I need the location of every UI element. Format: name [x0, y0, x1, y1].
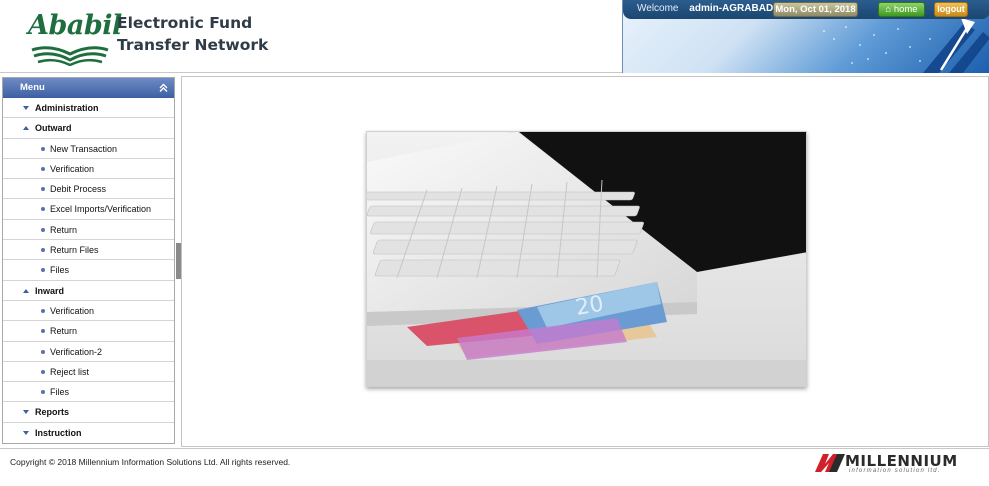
bullet-dot-icon [41, 268, 45, 273]
sidebar-item-inward-return[interactable]: Return [3, 321, 174, 342]
menu-header[interactable]: Menu [3, 78, 174, 98]
sidebar-item-label: Files [50, 387, 70, 398]
open-book-icon [31, 46, 109, 66]
sidebar-item-reject-list[interactable]: Reject list [3, 362, 174, 383]
app-title: Electronic Fund Transfer Network [117, 12, 268, 56]
sidebar-item-label: Excel Imports/Verification [50, 204, 152, 215]
sidebar-item-label: Inward [35, 285, 65, 296]
sidebar-item-outward-verification[interactable]: Verification [3, 159, 174, 180]
sidebar-menu: Menu Administration Outward New Transact… [2, 77, 175, 444]
sidebar-item-label: Return Files [50, 245, 99, 256]
main-content: 20 [181, 76, 989, 447]
sidebar-item-excel-imports[interactable]: Excel Imports/Verification [3, 199, 174, 220]
home-button-label: home [893, 4, 918, 15]
sidebar-item-administration[interactable]: Administration [3, 98, 174, 119]
millennium-logo: MILLENNIUM information solution ltd. [815, 452, 975, 477]
triangle-down-icon [23, 430, 29, 435]
bullet-dot-icon [41, 329, 45, 334]
home-button[interactable]: ⌂ home [878, 2, 925, 17]
bullet-dot-icon [41, 227, 45, 232]
svg-text:20: 20 [574, 291, 606, 320]
millennium-logo-tagline: information solution ltd. [849, 468, 941, 474]
sidebar-item-outward[interactable]: Outward [3, 118, 174, 139]
bullet-dot-icon [41, 146, 45, 151]
sidebar-item-label: Verification-2 [50, 346, 103, 357]
millennium-m-mark-icon [815, 454, 845, 472]
sidebar-item-label: Administration [35, 103, 99, 113]
laptop-banknotes-illustration: 20 [367, 132, 806, 386]
sidebar-item-outward-return[interactable]: Return [3, 220, 174, 241]
sidebar-item-label: Files [50, 265, 70, 276]
sidebar-item-reports[interactable]: Reports [3, 402, 174, 423]
sidebar-item-debit-process[interactable]: Debit Process [3, 179, 174, 200]
house-icon: ⌂ [885, 4, 892, 15]
sidebar-item-label: Outward [35, 123, 72, 134]
page-header: Ababil Electronic Fund Transfer Network [0, 0, 989, 73]
ababil-logo: Ababil [14, 6, 122, 66]
bullet-dot-icon [41, 308, 45, 313]
logout-button[interactable]: logout [934, 2, 968, 17]
bullet-dot-icon [41, 369, 45, 374]
triangle-up-icon [23, 288, 29, 293]
user-bar: Welcome admin-AGRABAD Mon, Oct 01, 2018 … [623, 0, 989, 19]
logo-wordmark: Ababil [28, 10, 122, 41]
sidebar-item-label: Reports [35, 407, 70, 418]
page-footer: Copyright © 2018 Millennium Information … [0, 448, 989, 486]
double-chevron-up-icon[interactable] [158, 82, 169, 93]
triangle-down-icon [23, 106, 29, 110]
triangle-up-icon [23, 126, 29, 131]
hero-image-laptop-money: 20 [366, 131, 807, 387]
sidebar-item-label: Debit Process [50, 184, 107, 195]
sidebar-item-label: Reject list [50, 366, 90, 377]
sidebar-item-outward-files[interactable]: Files [3, 260, 174, 281]
sidebar-item-verification-2[interactable]: Verification-2 [3, 342, 174, 362]
sidebar-item-return-files[interactable]: Return Files [3, 240, 174, 261]
sidebar-item-inward-files[interactable]: Files [3, 382, 174, 403]
copyright-text: Copyright © 2018 Millennium Information … [10, 457, 291, 467]
sidebar-item-label: New Transaction [50, 143, 118, 154]
sidebar-item-label: Instruction [35, 427, 82, 438]
app-title-line1: Electronic Fund [117, 14, 253, 32]
bullet-dot-icon [41, 207, 45, 212]
sidebar-item-inward-verification[interactable]: Verification [3, 301, 174, 322]
triangle-down-icon [23, 410, 29, 415]
welcome-label: Welcome [637, 3, 679, 14]
bullet-dot-icon [41, 166, 45, 171]
bullet-dot-icon [41, 187, 45, 192]
username: admin-AGRABAD [689, 3, 774, 14]
sidebar-item-instruction[interactable]: Instruction [3, 423, 174, 443]
date-badge: Mon, Oct 01, 2018 [773, 2, 858, 17]
bullet-dot-icon [41, 349, 45, 354]
sidebar-item-new-transaction[interactable]: New Transaction [3, 139, 174, 159]
welcome-text: Welcome admin-AGRABAD [637, 3, 773, 14]
sidebar-item-label: Return [50, 224, 78, 235]
menu-title: Menu [20, 82, 45, 93]
sidebar-item-label: Return [50, 326, 78, 337]
sidebar-item-label: Verification [50, 163, 95, 174]
bullet-dot-icon [41, 248, 45, 253]
bullet-dot-icon [41, 390, 45, 395]
sidebar-item-label: Verification [50, 305, 95, 316]
app-title-line2: Transfer Network [117, 36, 269, 54]
header-banner: Welcome admin-AGRABAD Mon, Oct 01, 2018 … [622, 0, 989, 73]
sidebar-item-inward[interactable]: Inward [3, 281, 174, 301]
